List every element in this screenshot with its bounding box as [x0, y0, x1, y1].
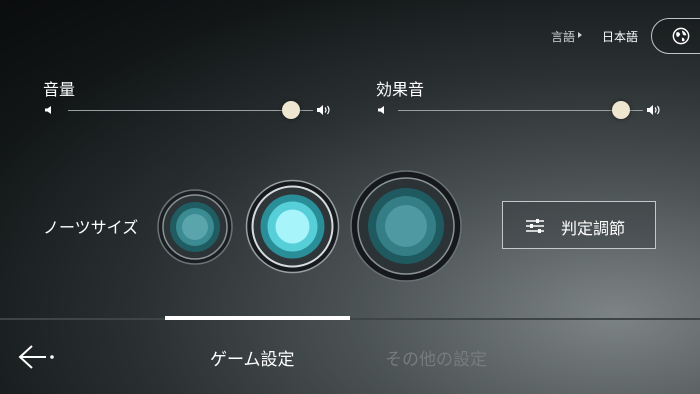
sound-effects-label: 効果音: [376, 80, 425, 99]
language-label: 言語: [551, 30, 576, 44]
volume-low-icon: [45, 106, 51, 114]
tab-bar-divider: [0, 318, 700, 320]
note-size-small-option[interactable]: [157, 189, 233, 265]
language-value[interactable]: 日本語: [602, 28, 638, 45]
note-size-medium-option[interactable]: [245, 179, 340, 274]
language-arrow-icon: [578, 32, 582, 38]
volume-label: 音量: [43, 80, 76, 99]
volume-low-icon: [378, 106, 384, 114]
note-size-label: ノーツサイズ: [43, 218, 139, 237]
back-arrow-icon[interactable]: [18, 343, 58, 371]
volume-slider-thumb[interactable]: [281, 101, 300, 119]
volume-high-icon: [317, 105, 330, 115]
sound-effects-slider-thumb[interactable]: [611, 101, 630, 119]
sound-effects-slider-track[interactable]: [398, 110, 643, 111]
tab-other-settings[interactable]: その他の設定: [385, 345, 487, 370]
active-tab-indicator: [165, 316, 350, 320]
judge-adjust-label: 判定調節: [561, 219, 626, 238]
language-button[interactable]: [651, 18, 700, 54]
volume-slider-track[interactable]: [68, 110, 313, 111]
tab-game-settings[interactable]: ゲーム設定: [210, 345, 295, 370]
sliders-icon: [526, 219, 544, 233]
note-size-large-option[interactable]: [350, 170, 462, 282]
judge-adjust-button[interactable]: 判定調節: [502, 201, 656, 249]
volume-high-icon: [647, 105, 660, 115]
globe-icon: [672, 27, 690, 45]
